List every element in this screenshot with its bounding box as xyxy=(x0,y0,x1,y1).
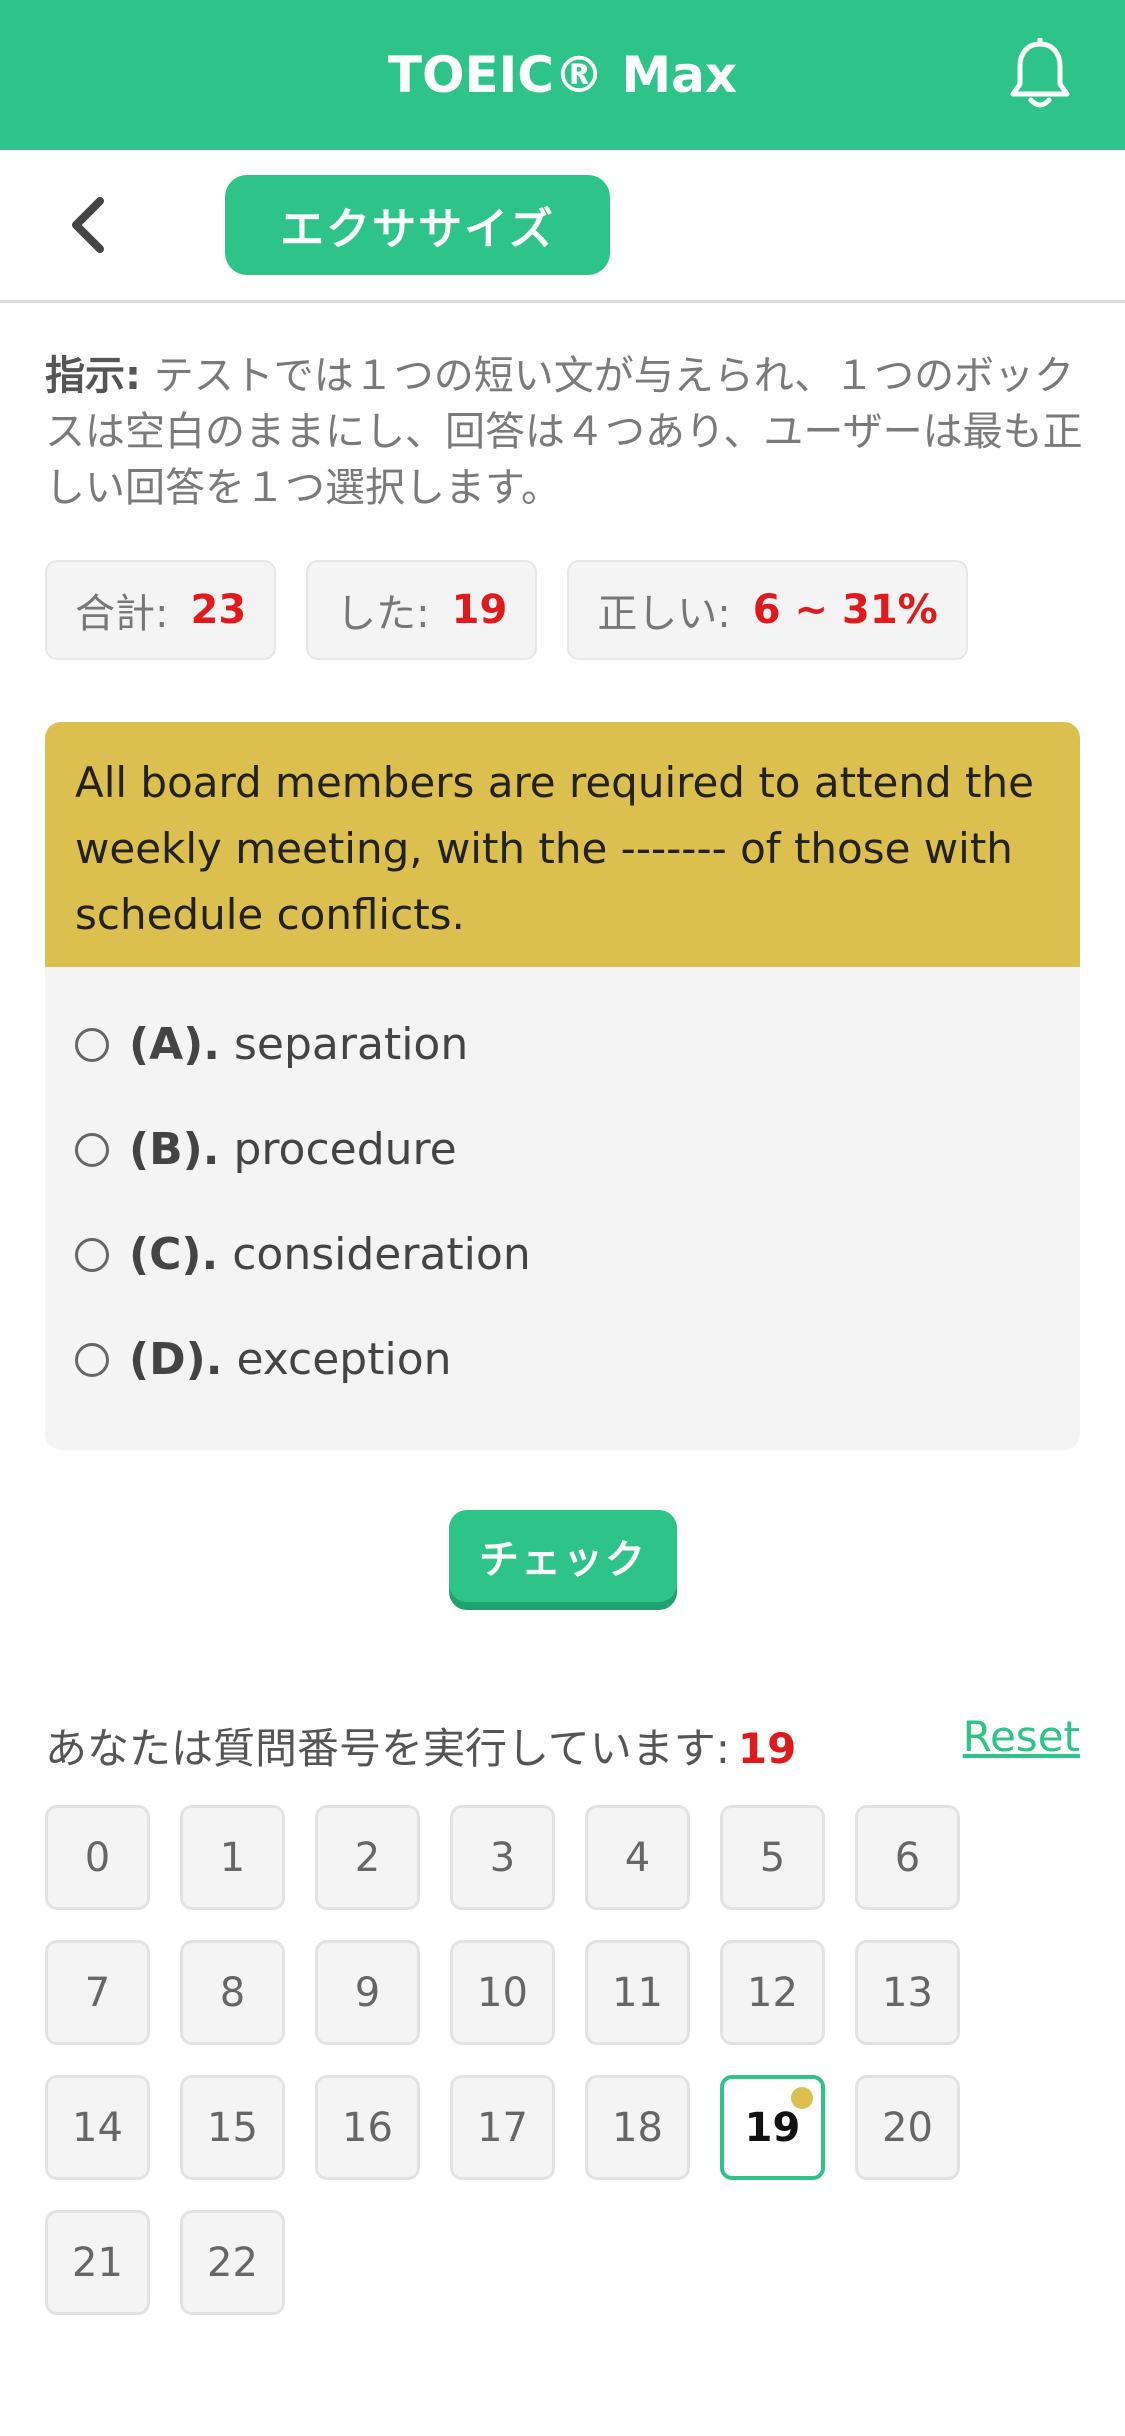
question-number-5[interactable]: 5 xyxy=(720,1805,825,1910)
question-number-13[interactable]: 13 xyxy=(855,1940,960,2045)
option-letter: (D). xyxy=(129,1334,223,1385)
option-d[interactable]: (D). exception xyxy=(45,1307,1080,1412)
radio-button[interactable] xyxy=(75,1132,109,1167)
question-number-grid: 0 1 2 3 4 5 6 7 8 9 10 11 12 13 14 15 16 17 18 19 20 21 22 xyxy=(45,1805,1045,2315)
question-number-11[interactable]: 11 xyxy=(585,1940,690,2045)
option-letter: (C). xyxy=(129,1229,219,1280)
chevron-left-icon[interactable] xyxy=(60,195,120,255)
progress-current: 19 xyxy=(737,1724,797,1773)
stat-correct-label: 正しい: xyxy=(597,591,731,637)
instructions: 指示: テストでは１つの短い文が与えられ、１つのボックスは空白のままにし、回答は… xyxy=(45,348,1085,516)
reset-link[interactable]: Reset xyxy=(963,1712,1080,1761)
stat-total-label: 合計: xyxy=(75,591,169,637)
question-number-20[interactable]: 20 xyxy=(855,2075,960,2180)
question-number-18[interactable]: 18 xyxy=(585,2075,690,2180)
question-number-1[interactable]: 1 xyxy=(180,1805,285,1910)
stat-done: した: 19 xyxy=(306,560,538,660)
option-a[interactable]: (A). separation xyxy=(45,992,1080,1097)
option-letter: (A). xyxy=(129,1019,220,1070)
page: TOEIC® Max エクササイズ 指示: テストでは１つの短い文が与えられ、１… xyxy=(0,0,1125,2436)
app-title: TOEIC® Max xyxy=(387,46,738,104)
stat-total-value: 23 xyxy=(190,587,247,633)
question-number-19[interactable]: 19 xyxy=(720,2075,825,2180)
question-number-12[interactable]: 12 xyxy=(720,1940,825,2045)
question-number-10[interactable]: 10 xyxy=(450,1940,555,2045)
stat-done-label: した: xyxy=(336,591,430,637)
tab-exercise[interactable]: エクササイズ xyxy=(225,175,610,275)
question-number-7[interactable]: 7 xyxy=(45,1940,150,2045)
question-number-17[interactable]: 17 xyxy=(450,2075,555,2180)
question-number-15[interactable]: 15 xyxy=(180,2075,285,2180)
stat-correct-value: 6 ~ 31% xyxy=(752,587,938,633)
question-number-0[interactable]: 0 xyxy=(45,1805,150,1910)
option-text: procedure xyxy=(233,1124,457,1175)
option-text: consideration xyxy=(232,1229,531,1280)
question-number-22[interactable]: 22 xyxy=(180,2210,285,2315)
question-number-2[interactable]: 2 xyxy=(315,1805,420,1910)
radio-button[interactable] xyxy=(75,1342,109,1377)
check-button[interactable]: チェック xyxy=(449,1510,677,1602)
options-list: (A). separation (B). procedure (C). cons… xyxy=(45,967,1080,1412)
sub-header: エクササイズ xyxy=(0,150,1125,303)
instructions-text: テストでは１つの短い文が与えられ、１つのボックスは空白のままにし、回答は４つあり… xyxy=(45,353,1083,511)
question-number-14[interactable]: 14 xyxy=(45,2075,150,2180)
current-dot-icon xyxy=(791,2087,813,2109)
question-card: All board members are required to attend… xyxy=(45,722,1080,1450)
question-number-4[interactable]: 4 xyxy=(585,1805,690,1910)
stat-correct: 正しい: 6 ~ 31% xyxy=(567,560,968,660)
option-text: exception xyxy=(236,1334,452,1385)
question-number-3[interactable]: 3 xyxy=(450,1805,555,1910)
progress-line: あなたは質問番号を実行しています: 19 xyxy=(45,1715,796,1776)
radio-button[interactable] xyxy=(75,1237,109,1272)
question-number-21[interactable]: 21 xyxy=(45,2210,150,2315)
option-c[interactable]: (C). consideration xyxy=(45,1202,1080,1307)
option-b[interactable]: (B). procedure xyxy=(45,1097,1080,1202)
instructions-label: 指示: xyxy=(45,353,141,399)
radio-button[interactable] xyxy=(75,1027,109,1062)
option-text: separation xyxy=(234,1019,469,1070)
option-letter: (B). xyxy=(129,1124,220,1175)
question-number-6[interactable]: 6 xyxy=(855,1805,960,1910)
question-number-9[interactable]: 9 xyxy=(315,1940,420,2045)
stat-done-value: 19 xyxy=(451,587,508,633)
question-text: All board members are required to attend… xyxy=(45,722,1080,967)
question-number-16[interactable]: 16 xyxy=(315,2075,420,2180)
bell-icon[interactable] xyxy=(1007,36,1073,112)
stats-row: 合計: 23 した: 19 正しい: 6 ~ 31% xyxy=(45,560,968,660)
progress-label: あなたは質問番号を実行しています: xyxy=(45,1724,730,1773)
app-header: TOEIC® Max xyxy=(0,0,1125,150)
stat-total: 合計: 23 xyxy=(45,560,277,660)
question-number-8[interactable]: 8 xyxy=(180,1940,285,2045)
